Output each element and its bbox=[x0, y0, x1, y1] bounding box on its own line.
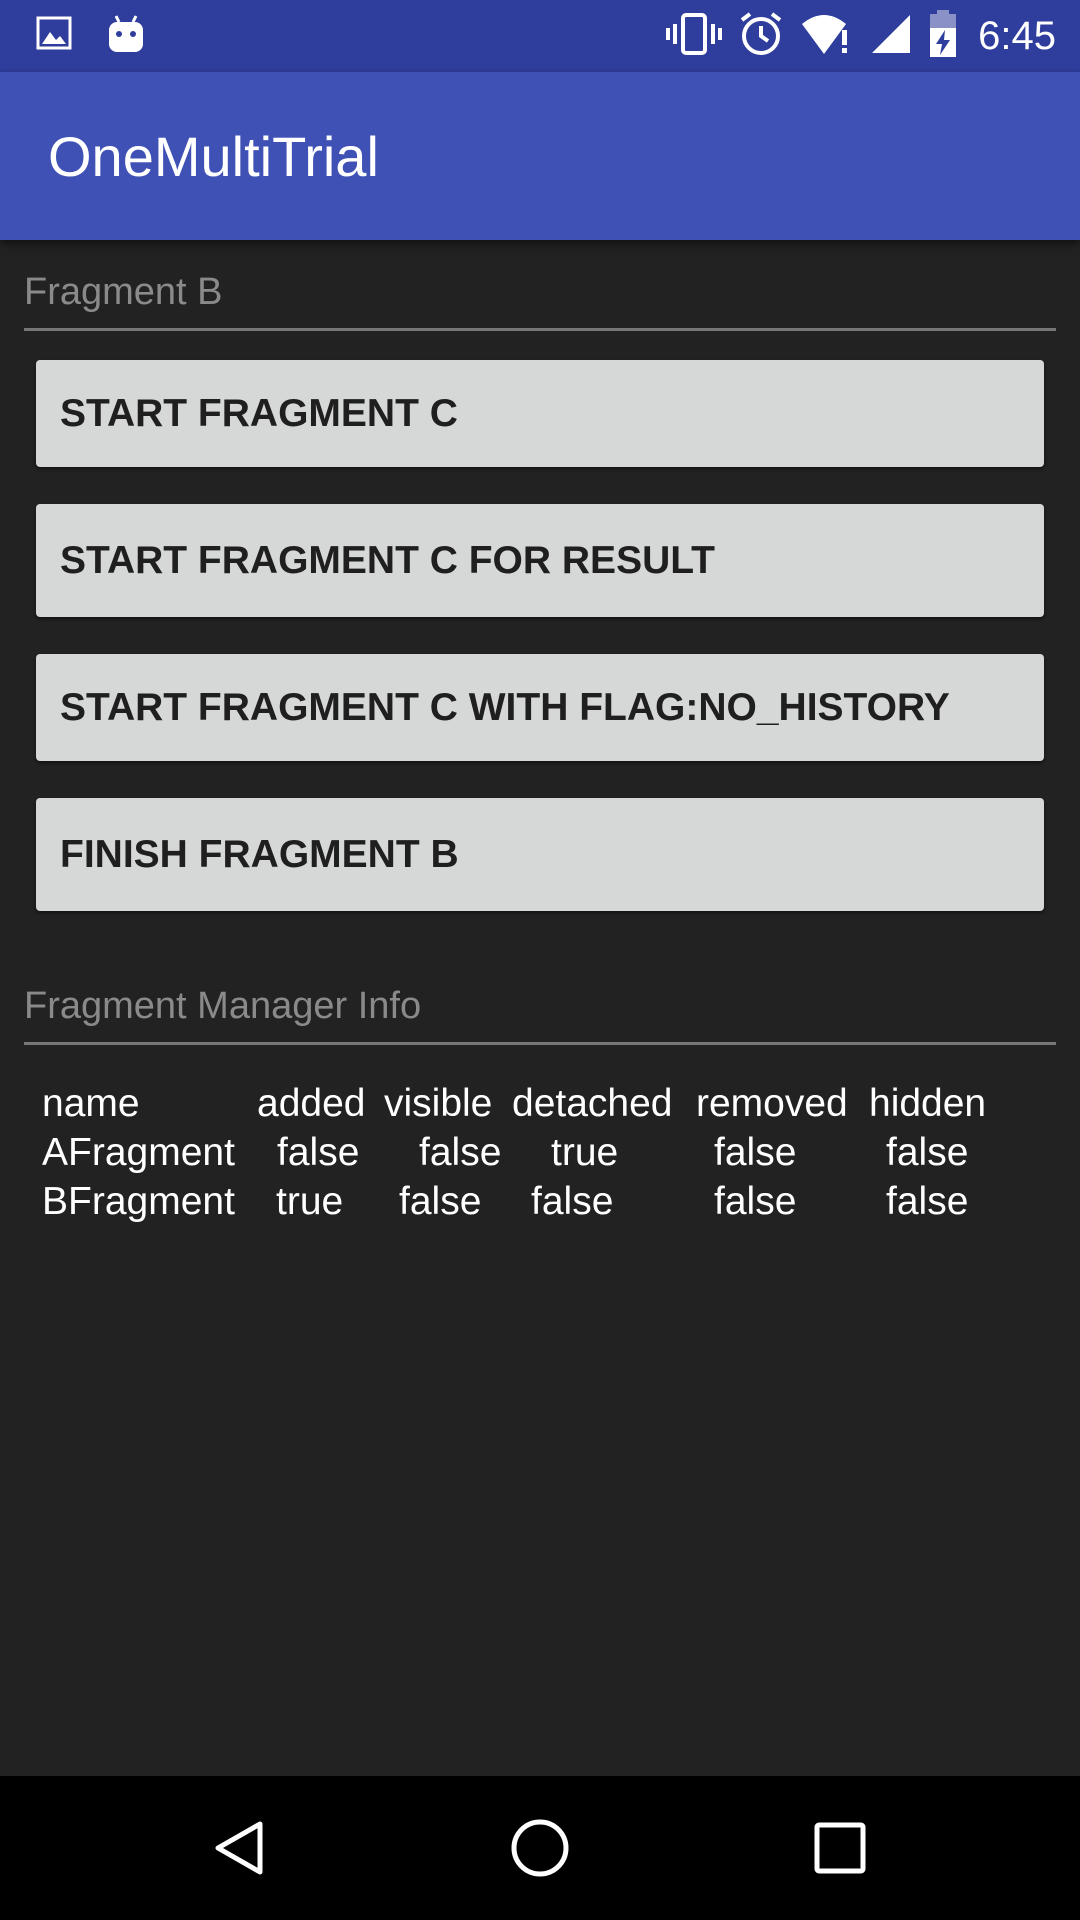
vibrate-icon bbox=[666, 12, 723, 61]
alarm-icon bbox=[738, 11, 784, 62]
column-header: removed bbox=[696, 1082, 848, 1125]
home-icon[interactable] bbox=[504, 1812, 576, 1884]
back-icon[interactable] bbox=[204, 1812, 276, 1884]
table-cell: true bbox=[551, 1131, 619, 1174]
start-fragment-c-for-result-button[interactable]: START FRAGMENT C FOR RESULT bbox=[36, 504, 1044, 617]
start-fragment-c-button[interactable]: START FRAGMENT C bbox=[36, 360, 1044, 467]
app-title: OneMultiTrial bbox=[48, 125, 379, 188]
cell-signal-icon bbox=[870, 13, 912, 60]
table-cell: BFragment bbox=[42, 1180, 235, 1223]
table-cell: true bbox=[276, 1180, 344, 1223]
navigation-bar bbox=[0, 1776, 1080, 1920]
fragment-section-header: Fragment B bbox=[24, 271, 1056, 331]
fragment-manager-header: Fragment Manager Info bbox=[24, 985, 1056, 1045]
recents-icon[interactable] bbox=[804, 1812, 876, 1884]
table-cell: false bbox=[531, 1180, 614, 1223]
column-header: name bbox=[42, 1082, 140, 1125]
table-cell: false bbox=[886, 1131, 969, 1174]
battery-charging-icon bbox=[928, 9, 958, 63]
app-bar: OneMultiTrial bbox=[0, 72, 1080, 240]
column-header: added bbox=[257, 1082, 366, 1125]
column-header: visible bbox=[384, 1082, 493, 1125]
table-cell: AFragment bbox=[42, 1131, 235, 1174]
column-header: detached bbox=[512, 1082, 673, 1125]
status-bar: 6:45 bbox=[0, 0, 1080, 72]
wifi-alert-icon bbox=[800, 12, 854, 61]
table-cell: false bbox=[419, 1131, 502, 1174]
table-cell: false bbox=[277, 1131, 360, 1174]
android-icon bbox=[106, 14, 146, 61]
image-icon bbox=[36, 14, 72, 59]
table-cell: false bbox=[714, 1131, 797, 1174]
start-fragment-c-no-history-button[interactable]: START FRAGMENT C WITH FLAG:NO_HISTORY bbox=[36, 654, 1044, 761]
finish-fragment-b-button[interactable]: FINISH FRAGMENT B bbox=[36, 798, 1044, 911]
status-time: 6:45 bbox=[978, 13, 1056, 58]
table-cell: false bbox=[886, 1180, 969, 1223]
table-cell: false bbox=[399, 1180, 482, 1223]
status-icons: 6:45 bbox=[650, 0, 1056, 72]
table-cell: false bbox=[714, 1180, 797, 1223]
column-header: hidden bbox=[869, 1082, 987, 1125]
